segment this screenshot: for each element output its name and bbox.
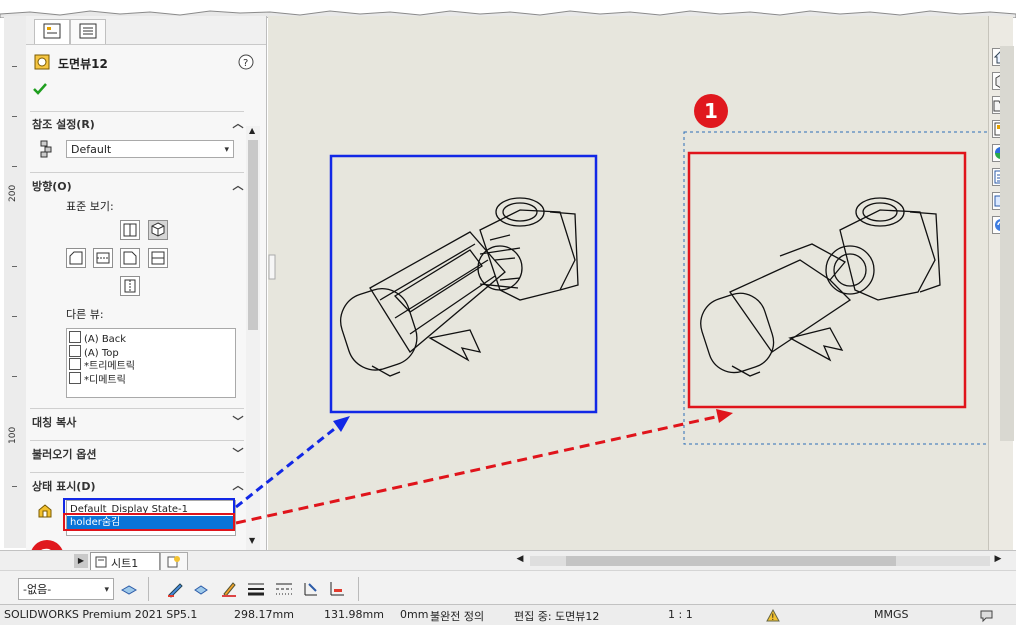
horizontal-scrollbar[interactable] [530, 556, 990, 566]
add-sheet-icon [167, 556, 180, 568]
hscroll-right-arrow[interactable]: ▶ [992, 554, 1004, 568]
red-view-frame[interactable] [687, 151, 967, 409]
line-format-toolbar: -없음- ▾ [0, 570, 1016, 605]
panel-splitter[interactable] [268, 254, 276, 280]
status-units[interactable]: MMGS [874, 608, 909, 621]
tab-sheet1[interactable]: 시트1 [90, 552, 160, 571]
status-bar: SOLIDWORKS Premium 2021 SP5.1 298.17mm 1… [0, 604, 1016, 625]
line-pattern-icon[interactable] [274, 580, 294, 598]
hscroll-left-arrow[interactable]: ◀ [514, 554, 526, 568]
color-by-layer-icon[interactable] [328, 580, 346, 598]
status-z-coordinate: 0mm [400, 608, 429, 621]
part-drawing-right [700, 197, 941, 377]
toolbar-separator [358, 577, 359, 601]
status-x-coordinate: 298.17mm [234, 608, 294, 621]
status-editing: 편집 중: 도면뷰12 [514, 610, 600, 623]
status-definition-state: 불완전 정의 [430, 610, 485, 623]
blue-arrow-head [333, 416, 350, 432]
color-display-icon[interactable] [220, 580, 238, 598]
layer-select[interactable]: -없음- ▾ [18, 578, 114, 600]
red-arrow-head [716, 409, 733, 423]
blue-item-highlight [63, 498, 235, 515]
view-selection-border[interactable] [683, 131, 1001, 445]
blue-arrow-line [235, 424, 339, 509]
line-color-icon[interactable] [166, 580, 184, 598]
status-app-name: SOLIDWORKS Premium 2021 SP5.1 [4, 608, 198, 621]
sheet-nav-next-button[interactable]: ▶ [74, 554, 88, 568]
svg-text:!: ! [771, 613, 775, 623]
hide-show-edges-icon[interactable] [302, 580, 320, 598]
sheet-tab-bar: ▶ 시트1 ◀ ▶ [0, 550, 1016, 571]
hscroll-thumb[interactable] [566, 556, 896, 566]
chevron-down-icon: ▾ [104, 585, 109, 595]
status-y-coordinate: 131.98mm [324, 608, 384, 621]
line-style-icon[interactable] [246, 580, 266, 598]
red-item-highlight [63, 513, 235, 531]
drawing-overlay [63, 131, 1001, 531]
red-arrow-line [235, 414, 721, 525]
sheet-tab-label: 시트1 [111, 557, 139, 570]
line-thickness-icon[interactable] [192, 580, 210, 598]
rebuild-icon[interactable]: ! [764, 607, 782, 623]
layer-value: -없음- [23, 583, 52, 596]
quick-tips-icon[interactable] [978, 607, 996, 623]
blue-view-frame[interactable] [329, 154, 598, 414]
layer-properties-icon[interactable] [120, 581, 138, 597]
toolbar-separator [148, 577, 149, 601]
add-sheet-button[interactable] [160, 552, 188, 571]
sheet-icon [95, 556, 107, 568]
part-drawing-left [340, 197, 579, 377]
graphics-scrollbar[interactable] [1000, 46, 1014, 441]
status-scale[interactable]: 1 : 1 [668, 608, 693, 621]
callout-badge-1: 1 [694, 94, 728, 128]
